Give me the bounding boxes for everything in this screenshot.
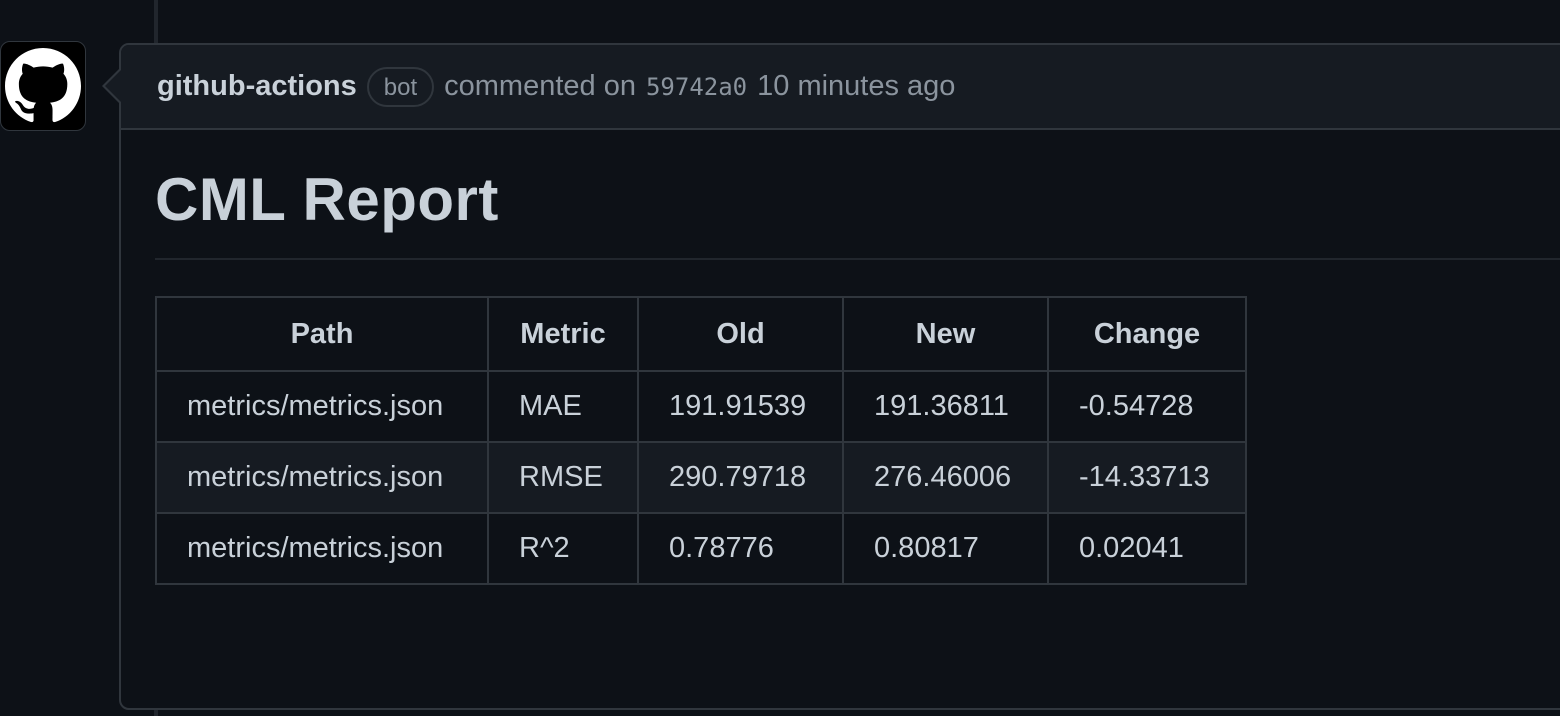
cell-new: 276.46006 — [842, 441, 1049, 514]
report-title: CML Report — [155, 166, 499, 233]
comment-box: github-actions bot commented on 59742a0 … — [119, 43, 1560, 710]
cell-new: 0.80817 — [842, 512, 1049, 585]
cell-path: metrics/metrics.json — [155, 441, 489, 514]
comment-header: github-actions bot commented on 59742a0 … — [121, 45, 1560, 130]
table-row: metrics/metrics.json MAE 191.91539 191.3… — [155, 370, 1247, 443]
title-divider — [155, 258, 1560, 260]
avatar[interactable] — [0, 41, 86, 131]
table-row: metrics/metrics.json R^2 0.78776 0.80817… — [155, 512, 1247, 585]
cell-metric: MAE — [487, 370, 639, 443]
bot-badge: bot — [366, 66, 435, 107]
cell-old: 0.78776 — [637, 512, 844, 585]
comment-timestamp[interactable]: 10 minutes ago — [757, 70, 955, 103]
cell-change: -0.54728 — [1047, 370, 1247, 443]
cell-metric: RMSE — [487, 441, 639, 514]
cell-change: -14.33713 — [1047, 441, 1247, 514]
comment-author[interactable]: github-actions — [157, 70, 357, 103]
column-header-change: Change — [1047, 296, 1247, 372]
metrics-table: Path Metric Old New Change metrics/metri… — [155, 296, 1247, 585]
cell-old: 290.79718 — [637, 441, 844, 514]
column-header-old: Old — [637, 296, 844, 372]
column-header-new: New — [842, 296, 1049, 372]
github-octocat-icon — [5, 48, 81, 123]
comment-action: commented on — [444, 70, 636, 102]
commit-sha-link[interactable]: 59742a0 — [646, 73, 747, 101]
table-header-row: Path Metric Old New Change — [155, 296, 1247, 372]
cell-path: metrics/metrics.json — [155, 370, 489, 443]
table-row: metrics/metrics.json RMSE 290.79718 276.… — [155, 441, 1247, 514]
cell-path: metrics/metrics.json — [155, 512, 489, 585]
cell-new: 191.36811 — [842, 370, 1049, 443]
comment-pointer-fill — [105, 70, 121, 102]
column-header-metric: Metric — [487, 296, 639, 372]
cell-change: 0.02041 — [1047, 512, 1247, 585]
cell-metric: R^2 — [487, 512, 639, 585]
column-header-path: Path — [155, 296, 489, 372]
cell-old: 191.91539 — [637, 370, 844, 443]
